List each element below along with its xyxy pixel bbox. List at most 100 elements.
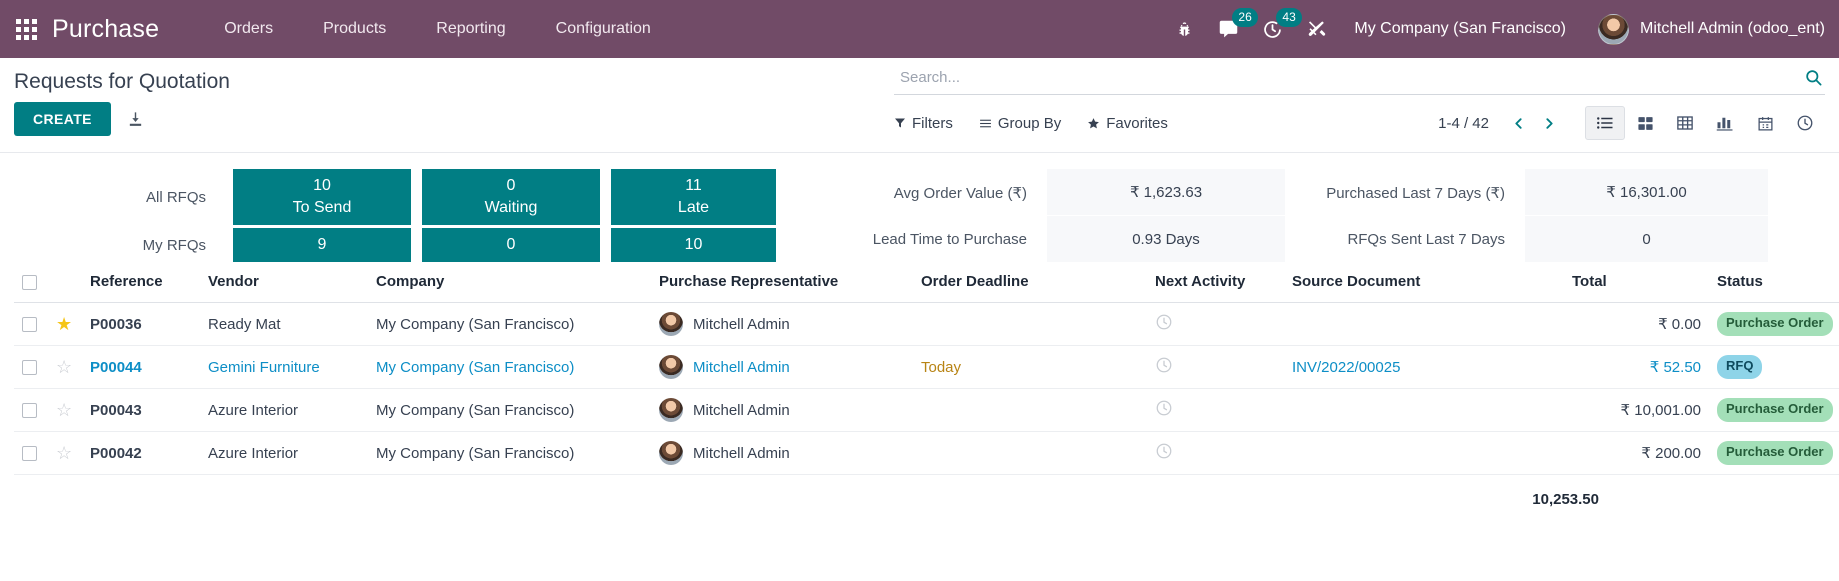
pager-previous-button[interactable]: [1503, 114, 1534, 133]
cell-order-deadline: [913, 302, 1147, 346]
filters-dropdown[interactable]: Filters: [894, 115, 953, 132]
cell-reference[interactable]: P00044: [82, 345, 200, 389]
row-favorite-cell: ☆: [48, 345, 82, 389]
column-header-status[interactable]: Status: [1709, 263, 1839, 303]
dashboard-statistics: Avg Order Value (₹) ₹ 1,623.63 Purchased…: [832, 169, 1768, 263]
rfq-count-tiles: All RFQs 10 To Send 0 Waiting 11 Late My…: [14, 169, 776, 262]
stat-value-avg-order-value[interactable]: ₹ 1,623.63: [1047, 169, 1285, 216]
kanban-icon: [1637, 116, 1653, 130]
create-button[interactable]: CREATE: [14, 102, 111, 136]
column-header-order-deadline[interactable]: Order Deadline: [913, 263, 1147, 303]
table-row[interactable]: ☆ P00044 Gemini Furniture My Company (Sa…: [14, 345, 1839, 389]
view-graph-button[interactable]: [1705, 106, 1745, 140]
cell-purchase-representative: Mitchell Admin: [651, 388, 913, 432]
list-icon: [1597, 117, 1613, 129]
user-name-label: Mitchell Admin (odoo_ent): [1640, 20, 1825, 37]
kpi-tile-late-all[interactable]: 11 Late: [611, 169, 776, 225]
cell-status: RFQ: [1709, 345, 1839, 389]
view-kanban-button[interactable]: [1625, 106, 1665, 140]
kpi-label: Waiting: [484, 199, 538, 216]
kpi-tile-waiting-my[interactable]: 0: [422, 228, 600, 262]
apps-menu-button[interactable]: [0, 0, 52, 58]
row-favorite-cell: ☆: [48, 431, 82, 475]
row-checkbox[interactable]: [22, 317, 37, 333]
user-menu[interactable]: Mitchell Admin (odoo_ent): [1588, 13, 1825, 45]
row-checkbox[interactable]: [22, 360, 37, 376]
cell-source-document: [1284, 388, 1564, 432]
cell-vendor: Gemini Furniture: [200, 345, 368, 389]
status-badge: Purchase Order: [1717, 312, 1833, 336]
column-header-source-document[interactable]: Source Document: [1284, 263, 1564, 303]
star-icon[interactable]: ☆: [56, 400, 72, 420]
company-switcher[interactable]: My Company (San Francisco): [1338, 20, 1588, 38]
avatar: [659, 312, 683, 336]
table-row[interactable]: ★ P00036 Ready Mat My Company (San Franc…: [14, 302, 1839, 346]
select-all-checkbox[interactable]: [22, 274, 37, 290]
row-checkbox[interactable]: [22, 403, 37, 419]
activities-button[interactable]: 43: [1250, 0, 1302, 58]
view-calendar-button[interactable]: [1745, 106, 1785, 140]
user-avatar: [1598, 13, 1630, 45]
cell-company: My Company (San Francisco): [368, 345, 651, 389]
column-header-vendor[interactable]: Vendor: [200, 263, 368, 303]
view-list-button[interactable]: [1585, 106, 1625, 140]
tools-button[interactable]: [1294, 0, 1338, 58]
row-select-cell: [14, 345, 48, 389]
favorites-dropdown[interactable]: Favorites: [1087, 115, 1168, 132]
clock-icon[interactable]: [1155, 442, 1173, 460]
app-brand-purchase[interactable]: Purchase: [52, 15, 199, 44]
pager-next-button[interactable]: [1534, 114, 1565, 133]
stat-value-rfqs-sent-last-7-days[interactable]: 0: [1525, 216, 1768, 263]
row-checkbox[interactable]: [22, 446, 37, 462]
column-header-company[interactable]: Company: [368, 263, 651, 303]
search-bar[interactable]: [894, 68, 1825, 95]
dashboard-kpi-band: All RFQs 10 To Send 0 Waiting 11 Late My…: [0, 153, 1839, 263]
table-row[interactable]: ☆ P00042 Azure Interior My Company (San …: [14, 431, 1839, 475]
messages-button[interactable]: 26: [1206, 0, 1258, 58]
kpi-tile-late-my[interactable]: 10: [611, 228, 776, 262]
clock-icon[interactable]: [1155, 356, 1173, 374]
cell-reference[interactable]: P00036: [82, 302, 200, 346]
column-header-reference[interactable]: Reference: [82, 263, 200, 303]
cell-next-activity: [1147, 431, 1284, 475]
star-icon[interactable]: ☆: [56, 357, 72, 377]
clock-icon[interactable]: [1155, 313, 1173, 331]
import-records-button[interactable]: [127, 111, 144, 128]
clock-icon[interactable]: [1155, 399, 1173, 417]
cell-source-document[interactable]: INV/2022/00025: [1284, 345, 1564, 389]
column-header-total[interactable]: Total: [1564, 263, 1709, 303]
stat-value-purchased-last-7-days[interactable]: ₹ 16,301.00: [1525, 169, 1768, 216]
view-pivot-button[interactable]: [1665, 106, 1705, 140]
menu-reporting[interactable]: Reporting: [411, 0, 530, 58]
table-row[interactable]: ☆ P00043 Azure Interior My Company (San …: [14, 388, 1839, 432]
kpi-tile-to-send-all[interactable]: 10 To Send: [233, 169, 411, 225]
cell-reference[interactable]: P00043: [82, 388, 200, 432]
status-badge: RFQ: [1717, 355, 1763, 379]
menu-configuration[interactable]: Configuration: [531, 0, 676, 58]
cell-reference[interactable]: P00042: [82, 431, 200, 475]
stat-value-lead-time-to-purchase[interactable]: 0.93 Days: [1047, 216, 1285, 263]
menu-products[interactable]: Products: [298, 0, 411, 58]
clock-icon: [1797, 115, 1813, 131]
search-input[interactable]: [900, 69, 1794, 86]
cell-status: Purchase Order: [1709, 388, 1839, 432]
table-grid-icon: [1677, 116, 1693, 130]
search-submit-button[interactable]: [1794, 68, 1823, 87]
column-header-purchase-representative[interactable]: Purchase Representative: [651, 263, 913, 303]
star-icon[interactable]: ★: [56, 314, 72, 334]
debug-menu-button[interactable]: [1162, 0, 1206, 58]
column-header-next-activity[interactable]: Next Activity: [1147, 263, 1284, 303]
cell-status: Purchase Order: [1709, 431, 1839, 475]
favorite-header: [48, 263, 82, 303]
row-select-cell: [14, 431, 48, 475]
kpi-tile-to-send-my[interactable]: 9: [233, 228, 411, 262]
kpi-tile-waiting-all[interactable]: 0 Waiting: [422, 169, 600, 225]
cell-purchase-representative: Mitchell Admin: [651, 345, 913, 389]
table-body: ★ P00036 Ready Mat My Company (San Franc…: [14, 302, 1839, 475]
view-activity-button[interactable]: [1785, 106, 1825, 140]
star-icon[interactable]: ☆: [56, 443, 72, 463]
cell-source-document: [1284, 431, 1564, 475]
menu-orders[interactable]: Orders: [199, 0, 298, 58]
group-by-dropdown[interactable]: Group By: [979, 115, 1061, 132]
favorites-label: Favorites: [1106, 114, 1168, 132]
